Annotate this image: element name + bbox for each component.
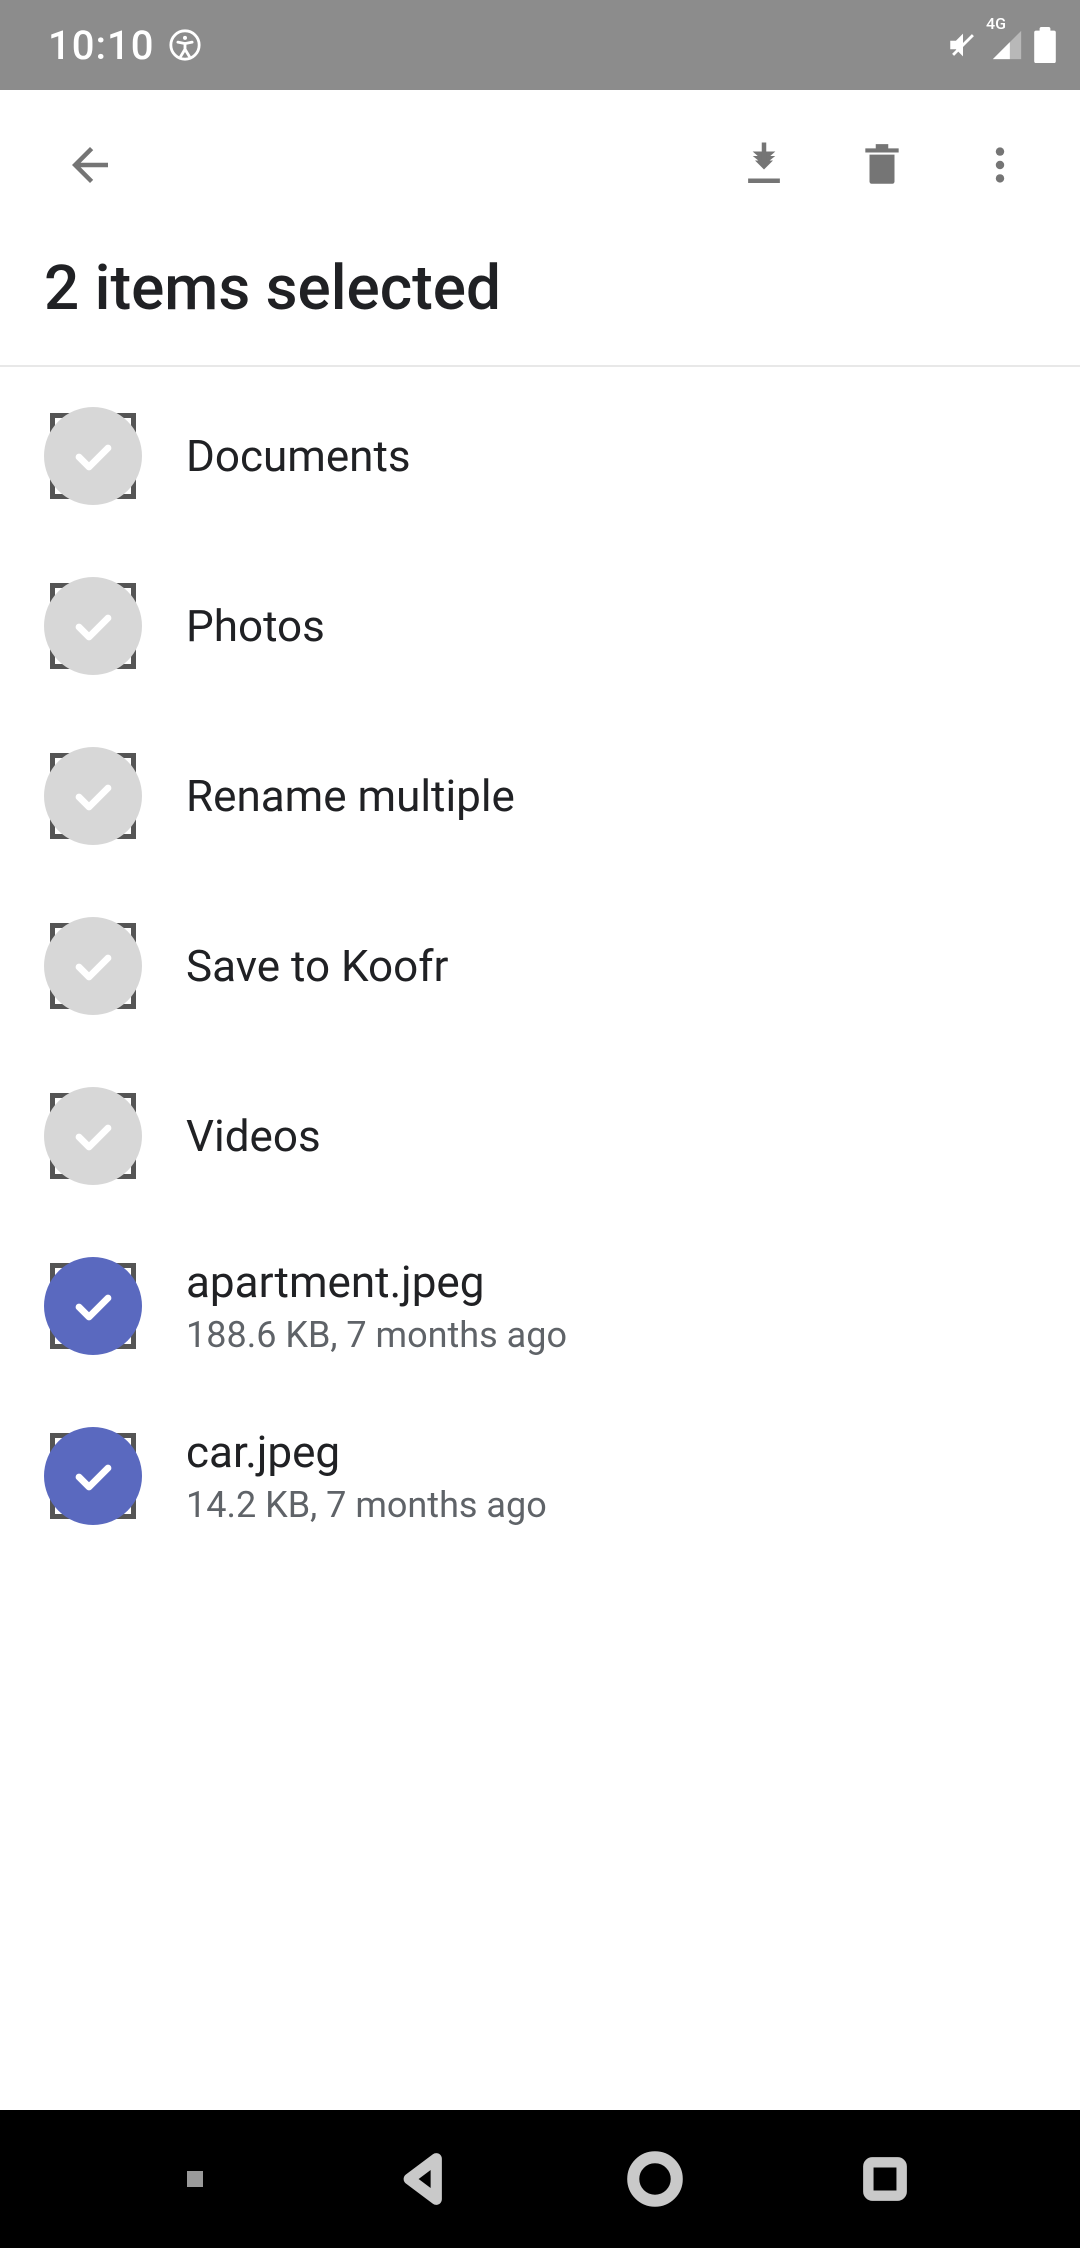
title-area: 2 items selected xyxy=(0,240,1080,365)
item-name: Documents xyxy=(186,430,411,482)
selection-toggle[interactable] xyxy=(44,1427,142,1525)
status-time: 10:10 xyxy=(48,22,154,69)
item-name: Save to Koofr xyxy=(186,940,448,992)
more-options-button[interactable] xyxy=(950,115,1050,215)
check-unselected-icon xyxy=(44,407,142,505)
mute-icon xyxy=(946,28,980,62)
check-selected-icon xyxy=(44,1427,142,1525)
check-selected-icon xyxy=(44,1257,142,1355)
list-item[interactable]: Rename multiple xyxy=(0,711,1080,881)
battery-icon xyxy=(1034,27,1056,63)
file-list[interactable]: Documents Photos Rename multiple Save to Ko… xyxy=(0,367,1080,2110)
selection-toggle[interactable] xyxy=(44,1257,142,1355)
list-item[interactable]: apartment.jpeg 188.6 KB, 7 months ago xyxy=(0,1221,1080,1391)
back-button[interactable] xyxy=(40,115,140,215)
nav-home-button[interactable] xyxy=(610,2134,700,2224)
app-bar xyxy=(0,90,1080,240)
list-item[interactable]: Videos xyxy=(0,1051,1080,1221)
selection-toggle[interactable] xyxy=(44,577,142,675)
item-meta: 14.2 KB, 7 months ago xyxy=(186,1484,547,1526)
item-name: apartment.jpeg xyxy=(186,1256,567,1308)
check-unselected-icon xyxy=(44,1087,142,1185)
list-item[interactable]: Photos xyxy=(0,541,1080,711)
list-item[interactable]: Documents xyxy=(0,371,1080,541)
selection-toggle[interactable] xyxy=(44,747,142,845)
selection-toggle[interactable] xyxy=(44,1087,142,1185)
download-button[interactable] xyxy=(714,115,814,215)
system-nav-bar xyxy=(0,2110,1080,2248)
selection-toggle[interactable] xyxy=(44,407,142,505)
status-bar: 10:10 4G xyxy=(0,0,1080,90)
check-unselected-icon xyxy=(44,577,142,675)
network-label: 4G xyxy=(986,14,1006,33)
item-name: Videos xyxy=(186,1110,321,1162)
signal-icon: 4G xyxy=(990,28,1024,62)
check-unselected-icon xyxy=(44,747,142,845)
item-name: Rename multiple xyxy=(186,770,515,822)
nav-back-button[interactable] xyxy=(380,2134,470,2224)
item-name: Photos xyxy=(186,600,325,652)
item-meta: 188.6 KB, 7 months ago xyxy=(186,1314,567,1356)
list-item[interactable]: Save to Koofr xyxy=(0,881,1080,1051)
accessibility-icon xyxy=(168,28,202,62)
item-name: car.jpeg xyxy=(186,1426,547,1478)
delete-button[interactable] xyxy=(832,115,932,215)
selection-toggle[interactable] xyxy=(44,917,142,1015)
nav-extra-icon[interactable] xyxy=(150,2134,240,2224)
list-item[interactable]: car.jpeg 14.2 KB, 7 months ago xyxy=(0,1391,1080,1561)
nav-recents-button[interactable] xyxy=(840,2134,930,2224)
check-unselected-icon xyxy=(44,917,142,1015)
page-title: 2 items selected xyxy=(44,252,1036,325)
